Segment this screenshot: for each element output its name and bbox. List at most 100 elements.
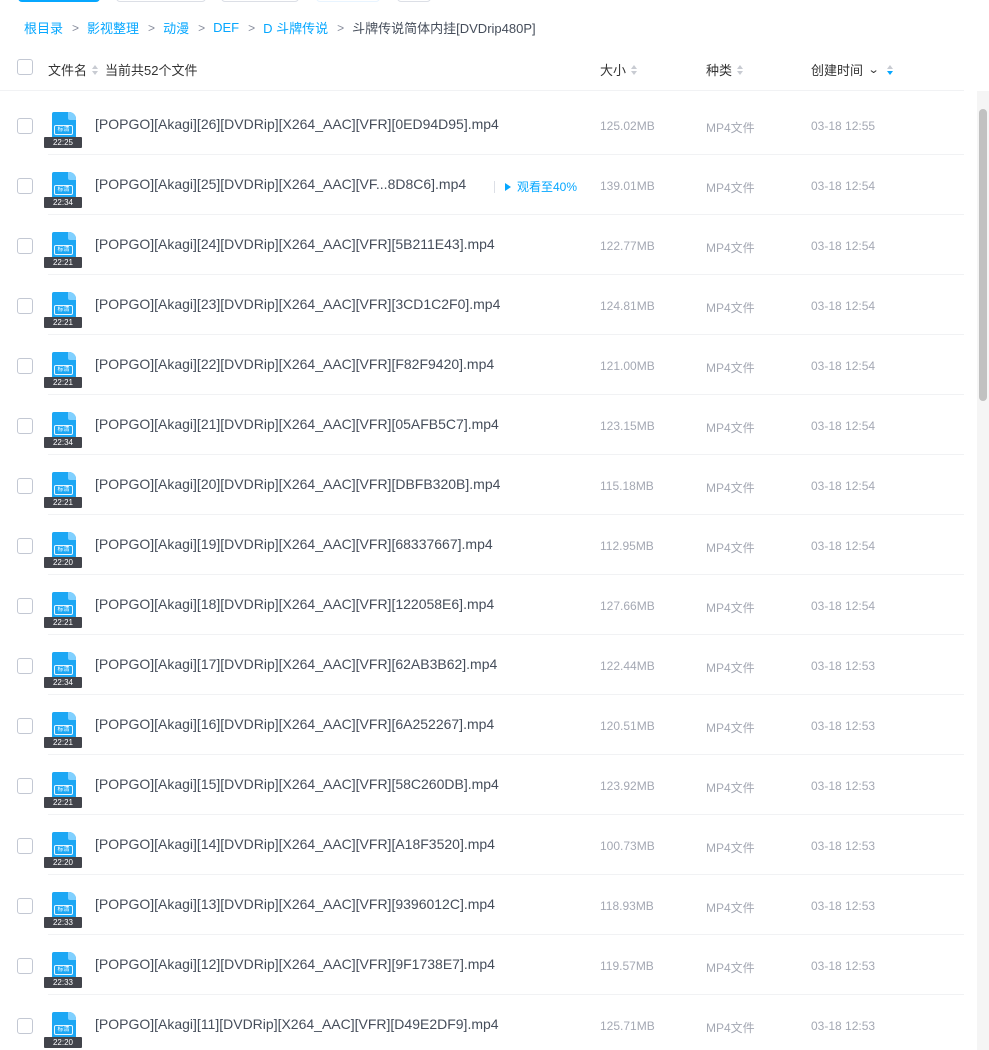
file-row[interactable]: 标清 22:20 [POPGO][Akagi][14][DVDRip][X264_A… [0, 815, 964, 875]
file-checkbox[interactable] [17, 298, 33, 314]
file-name-link[interactable]: [POPGO][Akagi][21][DVDRip][X264_AAC][VFR… [95, 416, 499, 432]
file-checkbox[interactable] [17, 418, 33, 434]
file-created-time: 03-18 12:54 [811, 359, 876, 373]
video-thumbnail[interactable]: 标清 22:21 [44, 292, 82, 328]
file-type: MP4文件 [706, 601, 755, 615]
scrollbar-thumb[interactable] [979, 109, 987, 401]
file-row[interactable]: 标清 22:34 [POPGO][Akagi][21][DVDRip][X264_A… [0, 395, 964, 455]
video-thumbnail[interactable]: 标清 22:21 [44, 592, 82, 628]
video-thumbnail[interactable]: 标清 22:34 [44, 172, 82, 208]
quality-badge: 标清 [54, 245, 73, 255]
file-name-link[interactable]: [POPGO][Akagi][17][DVDRip][X264_AAC][VFR… [95, 656, 497, 672]
toolbar-button-new-folder[interactable] [116, 0, 206, 2]
file-name-link[interactable]: [POPGO][Akagi][26][DVDRip][X264_AAC][VFR… [95, 116, 499, 132]
video-thumbnail[interactable]: 标清 22:20 [44, 532, 82, 568]
column-header-type-label: 种类 [706, 63, 733, 78]
file-name-link[interactable]: [POPGO][Akagi][22][DVDRip][X264_AAC][VFR… [95, 356, 494, 372]
toolbar-button-offline[interactable] [221, 0, 299, 2]
breadcrumb-item-series[interactable]: D 斗牌传说 [263, 18, 328, 37]
file-name-link[interactable]: [POPGO][Akagi][11][DVDRip][X264_AAC][VFR… [95, 1016, 499, 1032]
breadcrumb-item-anime[interactable]: 动漫 [163, 18, 189, 37]
file-row[interactable]: 标清 22:21 [POPGO][Akagi][18][DVDRip][X264_A… [0, 575, 964, 635]
file-name-link[interactable]: [POPGO][Akagi][18][DVDRip][X264_AAC][VFR… [95, 596, 494, 612]
video-thumbnail[interactable]: 标清 22:25 [44, 112, 82, 148]
file-checkbox[interactable] [17, 958, 33, 974]
file-name-link[interactable]: [POPGO][Akagi][25][DVDRip][X264_AAC][VF.… [95, 176, 466, 192]
scrollbar[interactable] [977, 91, 989, 1050]
column-header-size[interactable]: 大小 [600, 60, 638, 79]
video-thumbnail[interactable]: 标清 22:21 [44, 472, 82, 508]
video-thumbnail[interactable]: 标清 22:34 [44, 652, 82, 688]
file-checkbox[interactable] [17, 178, 33, 194]
video-thumbnail[interactable]: 标清 22:33 [44, 952, 82, 988]
file-checkbox[interactable] [17, 778, 33, 794]
file-row[interactable]: 标清 22:20 [POPGO][Akagi][19][DVDRip][X264_A… [0, 515, 964, 575]
quality-badge: 标清 [54, 965, 73, 975]
file-name-link[interactable]: [POPGO][Akagi][13][DVDRip][X264_AAC][VFR… [95, 896, 495, 912]
divider [494, 180, 495, 193]
file-checkbox[interactable] [17, 478, 33, 494]
file-row[interactable]: 标清 22:21 [POPGO][Akagi][15][DVDRip][X264_A… [0, 755, 964, 815]
video-thumbnail[interactable]: 标清 22:20 [44, 1012, 82, 1048]
breadcrumb-separator: > [248, 20, 256, 35]
file-row[interactable]: 标清 22:25 [POPGO][Akagi][26][DVDRip][X264_A… [0, 95, 964, 155]
file-checkbox[interactable] [17, 838, 33, 854]
file-count-label: 当前共52个文件 [105, 63, 198, 78]
watch-progress-label: 观看至40% [517, 180, 578, 194]
file-name-link[interactable]: [POPGO][Akagi][20][DVDRip][X264_AAC][VFR… [95, 476, 500, 492]
video-thumbnail[interactable]: 标清 22:20 [44, 832, 82, 868]
file-name-link[interactable]: [POPGO][Akagi][12][DVDRip][X264_AAC][VFR… [95, 956, 495, 972]
breadcrumb-item-root[interactable]: 根目录 [24, 18, 63, 37]
file-name-link[interactable]: [POPGO][Akagi][19][DVDRip][X264_AAC][VFR… [95, 536, 493, 552]
video-thumbnail[interactable]: 标清 22:34 [44, 412, 82, 448]
file-name-link[interactable]: [POPGO][Akagi][23][DVDRip][X264_AAC][VFR… [95, 296, 500, 312]
file-row[interactable]: 标清 22:21 [POPGO][Akagi][20][DVDRip][X264_A… [0, 455, 964, 515]
file-size: 119.57MB [600, 959, 654, 973]
file-row[interactable]: 标清 22:34 [POPGO][Akagi][25][DVDRip][X264_A… [0, 155, 964, 215]
file-checkbox[interactable] [17, 358, 33, 374]
file-created-time: 03-18 12:53 [811, 719, 876, 733]
file-row[interactable]: 标清 22:21 [POPGO][Akagi][24][DVDRip][X264_A… [0, 215, 964, 275]
file-name-link[interactable]: [POPGO][Akagi][15][DVDRip][X264_AAC][VFR… [95, 776, 499, 792]
video-thumbnail[interactable]: 标清 22:21 [44, 712, 82, 748]
file-checkbox[interactable] [17, 898, 33, 914]
file-name-link[interactable]: [POPGO][Akagi][16][DVDRip][X264_AAC][VFR… [95, 716, 494, 732]
file-row[interactable]: 标清 22:21 [POPGO][Akagi][23][DVDRip][X264_A… [0, 275, 964, 335]
duration-label: 22:21 [44, 617, 82, 628]
chevron-down-icon[interactable]: ⌄ [868, 63, 880, 76]
toolbar-button-more[interactable] [397, 0, 431, 2]
file-checkbox[interactable] [17, 238, 33, 254]
column-header-type[interactable]: 种类 [706, 60, 744, 79]
file-created-time: 03-18 12:53 [811, 839, 876, 853]
breadcrumb-item-def[interactable]: DEF [213, 20, 239, 35]
file-row[interactable]: 标清 22:21 [POPGO][Akagi][22][DVDRip][X264_A… [0, 335, 964, 395]
file-checkbox[interactable] [17, 118, 33, 134]
column-header-time[interactable]: 创建时间 ⌄ [811, 60, 894, 79]
watch-progress-link[interactable]: 观看至40% [494, 178, 577, 195]
quality-badge: 标清 [54, 545, 73, 555]
breadcrumb-item-videos[interactable]: 影视整理 [87, 18, 139, 37]
file-checkbox[interactable] [17, 658, 33, 674]
file-row[interactable]: 标清 22:34 [POPGO][Akagi][17][DVDRip][X264_A… [0, 635, 964, 695]
file-row[interactable]: 标清 22:20 [POPGO][Akagi][11][DVDRip][X264_A… [0, 995, 964, 1050]
video-thumbnail[interactable]: 标清 22:21 [44, 352, 82, 388]
file-checkbox[interactable] [17, 598, 33, 614]
file-checkbox[interactable] [17, 1018, 33, 1034]
file-checkbox[interactable] [17, 718, 33, 734]
video-thumbnail[interactable]: 标清 22:21 [44, 772, 82, 808]
file-name-link[interactable]: [POPGO][Akagi][24][DVDRip][X264_AAC][VFR… [95, 236, 495, 252]
toolbar-button-device[interactable] [316, 0, 380, 2]
column-header-name[interactable]: 文件名 [48, 60, 99, 79]
file-row[interactable]: 标清 22:21 [POPGO][Akagi][16][DVDRip][X264_A… [0, 695, 964, 755]
file-name-link[interactable]: [POPGO][Akagi][14][DVDRip][X264_AAC][VFR… [95, 836, 495, 852]
file-row[interactable]: 标清 22:33 [POPGO][Akagi][13][DVDRip][X264_A… [0, 875, 964, 935]
file-row[interactable]: 标清 22:33 [POPGO][Akagi][12][DVDRip][X264_A… [0, 935, 964, 995]
video-thumbnail[interactable]: 标清 22:21 [44, 232, 82, 268]
file-size: 139.01MB [600, 179, 655, 193]
file-created-time: 03-18 12:53 [811, 659, 876, 673]
select-all-checkbox[interactable] [17, 59, 33, 75]
file-checkbox[interactable] [17, 538, 33, 554]
quality-badge: 标清 [54, 425, 73, 435]
toolbar-button-upload[interactable] [18, 0, 100, 2]
video-thumbnail[interactable]: 标清 22:33 [44, 892, 82, 928]
